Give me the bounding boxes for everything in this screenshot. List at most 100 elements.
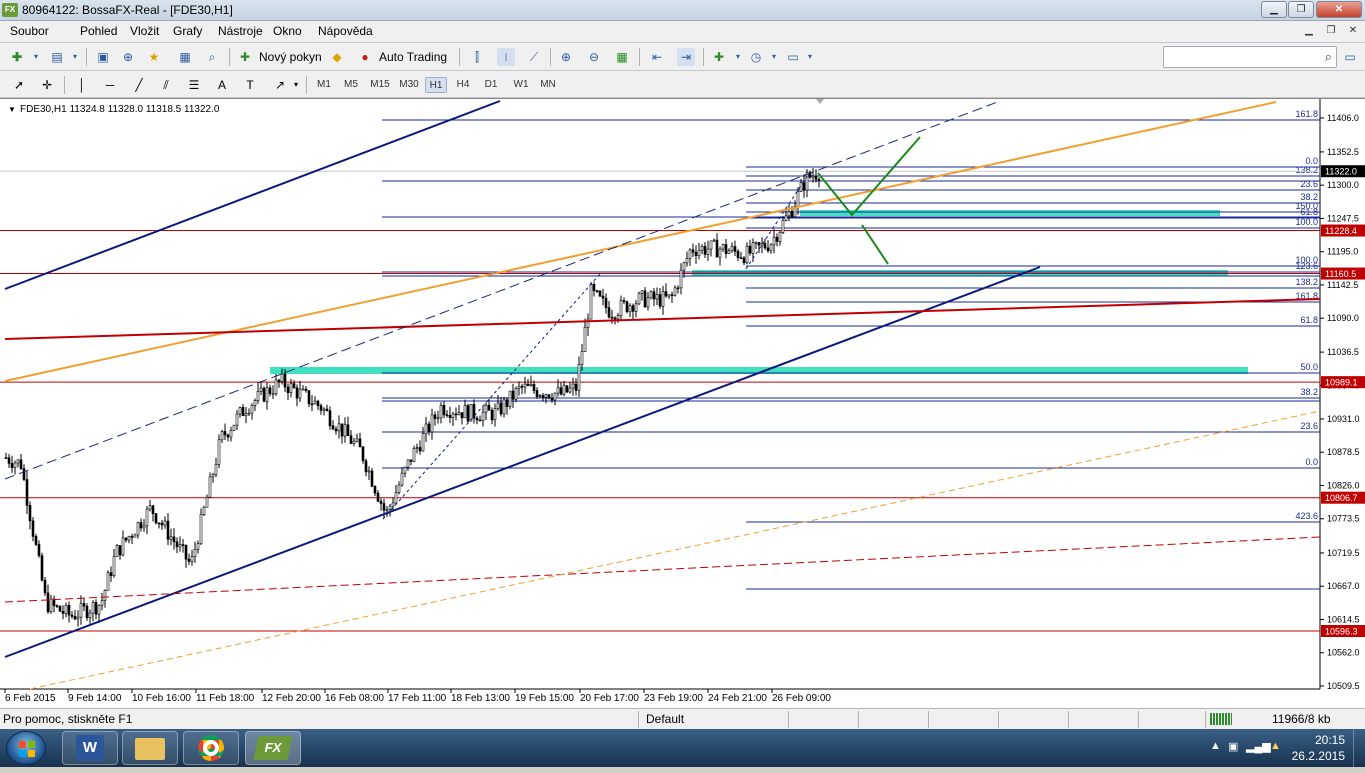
- menu-soubor[interactable]: Soubor: [10, 24, 49, 38]
- auto-scroll-icon[interactable]: ⇤: [648, 48, 666, 66]
- candle-body: [133, 534, 137, 538]
- taskbar-chrome[interactable]: [183, 731, 239, 765]
- favorites-icon[interactable]: ★: [145, 48, 163, 66]
- profiles-icon[interactable]: ▤: [48, 48, 66, 66]
- dropdown-arrow-icon[interactable]: ▾: [801, 48, 819, 66]
- tile-windows-icon[interactable]: ▦: [613, 48, 631, 66]
- dropdown-arrow-icon[interactable]: ▾: [27, 48, 45, 66]
- taskbar-explorer[interactable]: [122, 731, 178, 765]
- text-label-icon[interactable]: T: [241, 76, 259, 94]
- price-tick-label: 11036.5: [1327, 347, 1359, 357]
- tray-signal-icon[interactable]: ▂▄▆: [1246, 740, 1271, 753]
- candle-body: [613, 317, 617, 320]
- candle-body: [649, 291, 653, 299]
- candlestick-chart-icon[interactable]: ⧙: [497, 48, 515, 66]
- candle-body: [637, 293, 641, 305]
- auto-trading-icon[interactable]: ●: [356, 48, 374, 66]
- dropdown-arrow-icon[interactable]: ▾: [765, 48, 783, 66]
- toolbar-separator: [639, 48, 640, 66]
- equidistant-channel-icon[interactable]: ⫽: [157, 76, 175, 94]
- new-chart-icon[interactable]: ✚: [8, 48, 26, 66]
- templates-icon[interactable]: ▭: [784, 48, 802, 66]
- fibonacci-level-label: 123.6: [1295, 261, 1318, 271]
- start-button[interactable]: [6, 731, 46, 765]
- menu-nastroje[interactable]: Nástroje: [218, 24, 263, 38]
- candle-body: [58, 605, 62, 612]
- mdi-close-icon[interactable]: ✕: [1345, 23, 1361, 39]
- indicators-icon[interactable]: ✚: [710, 48, 728, 66]
- chart-window[interactable]: ▼ FDE30,H1 11324.8 11328.0 11318.5 11322…: [0, 98, 1365, 708]
- new-order-button[interactable]: Nový pokyn: [259, 50, 322, 64]
- market-watch-icon[interactable]: ▣: [94, 48, 112, 66]
- status-profile[interactable]: Default: [646, 712, 684, 726]
- cursor-icon[interactable]: ➚: [10, 76, 28, 94]
- crosshair-target-icon[interactable]: ⊕: [119, 48, 137, 66]
- fibonacci-level-label: 23.6: [1300, 421, 1318, 431]
- candle-body: [325, 408, 329, 412]
- plot-area[interactable]: [0, 99, 1320, 689]
- candle-body: [49, 598, 53, 613]
- search-input[interactable]: ⌕: [1163, 46, 1337, 68]
- periods-clock-icon[interactable]: ◷: [747, 48, 765, 66]
- timeframe-w1[interactable]: W1: [510, 77, 532, 93]
- candle-body: [301, 388, 305, 391]
- text-icon[interactable]: A: [213, 76, 231, 94]
- timeframe-h4[interactable]: H4: [453, 77, 473, 93]
- trendline-icon[interactable]: ╱: [130, 76, 148, 94]
- timeframe-m30[interactable]: M30: [396, 77, 422, 93]
- bar-chart-icon[interactable]: ⫿: [468, 48, 486, 66]
- dropdown-arrow-icon[interactable]: ▾: [287, 76, 305, 94]
- menu-grafy[interactable]: Grafy: [173, 24, 202, 38]
- connection-status-icon[interactable]: [1210, 713, 1232, 725]
- menu-okno[interactable]: Okno: [273, 24, 302, 38]
- candle-body: [592, 283, 596, 291]
- collapse-arrow-icon[interactable]: ▼: [8, 105, 16, 114]
- show-desktop-button[interactable]: [1353, 729, 1365, 767]
- time-tick-label: 16 Feb 08:00: [325, 693, 384, 704]
- tray-arrow-icon[interactable]: ▲: [1210, 740, 1221, 752]
- zoom-out-icon[interactable]: ⊖: [585, 48, 603, 66]
- tray-device-icon[interactable]: ▣: [1228, 740, 1238, 753]
- dropdown-arrow-icon[interactable]: ▾: [729, 48, 747, 66]
- timeframe-h1[interactable]: H1: [425, 77, 447, 93]
- time-tick-label: 18 Feb 13:00: [451, 693, 510, 704]
- tester-icon[interactable]: ⌕: [203, 48, 221, 66]
- close-button[interactable]: ✕: [1316, 1, 1362, 18]
- clock-time[interactable]: 20:15: [1315, 733, 1345, 747]
- menu-pohled[interactable]: Pohled: [80, 24, 117, 38]
- menu-napoveda[interactable]: Nápověda: [318, 24, 373, 38]
- timeframe-d1[interactable]: D1: [481, 77, 501, 93]
- metaeditor-icon[interactable]: ◆: [328, 48, 346, 66]
- mdi-restore-icon[interactable]: ❐: [1323, 23, 1339, 39]
- search-icon[interactable]: ⌕: [1325, 49, 1332, 65]
- candle-body: [61, 610, 65, 614]
- mdi-minimize-icon[interactable]: ▁: [1301, 23, 1317, 39]
- fibonacci-icon[interactable]: ☰: [185, 76, 203, 94]
- help-bubble-icon[interactable]: ▭: [1341, 48, 1359, 66]
- horizontal-line-icon[interactable]: ─: [101, 76, 119, 94]
- new-order-icon[interactable]: ✚: [236, 48, 254, 66]
- dropdown-arrow-icon[interactable]: ▾: [66, 48, 84, 66]
- taskbar-word[interactable]: W: [62, 731, 118, 765]
- zoom-in-icon[interactable]: ⊕: [557, 48, 575, 66]
- clock-date[interactable]: 26.2.2015: [1292, 749, 1345, 763]
- crosshair-icon[interactable]: ✛: [38, 76, 56, 94]
- menu-vlozit[interactable]: Vložit: [130, 24, 159, 38]
- timeframe-mn[interactable]: MN: [537, 77, 559, 93]
- system-tray: ▲ ▣ ▂▄▆ ▲ 20:15 26.2.2015: [1190, 729, 1365, 767]
- terminal-icon[interactable]: ▦: [176, 48, 194, 66]
- chart-shift-icon[interactable]: ⇥: [677, 48, 695, 66]
- timeframe-m5[interactable]: M5: [341, 77, 361, 93]
- maximize-button[interactable]: ❐: [1288, 1, 1314, 18]
- timeframe-m1[interactable]: M1: [314, 77, 334, 93]
- price-chart[interactable]: ▼ FDE30,H1 11324.8 11328.0 11318.5 11322…: [0, 99, 1365, 709]
- candle-body: [628, 305, 632, 313]
- timeframe-m15[interactable]: M15: [367, 77, 393, 93]
- candle-body: [379, 500, 383, 504]
- taskbar-fx-terminal[interactable]: FX: [245, 731, 301, 765]
- tray-network-icon[interactable]: ▲: [1270, 740, 1281, 752]
- minimize-button[interactable]: ▁: [1261, 1, 1287, 18]
- vertical-line-icon[interactable]: │: [73, 76, 91, 94]
- line-chart-icon[interactable]: ⟋: [525, 48, 543, 66]
- auto-trading-button[interactable]: Auto Trading: [379, 50, 447, 64]
